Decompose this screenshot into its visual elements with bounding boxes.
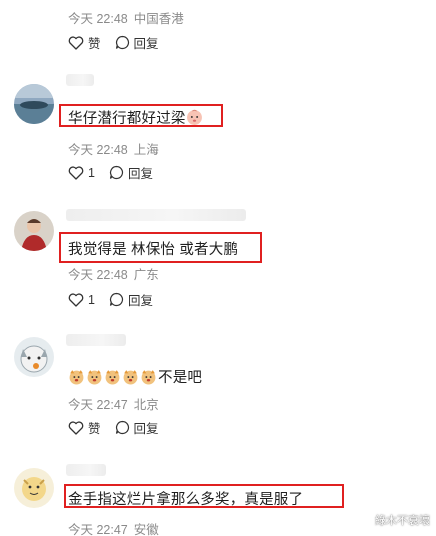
like-count: 1 (88, 292, 95, 307)
username-blurred[interactable] (66, 464, 106, 476)
heart-icon (68, 292, 84, 307)
watermark: 綠木不衰壞 (375, 515, 430, 527)
comment-meta: 今天 22:48 上海 (68, 139, 159, 158)
like-count: 1 (88, 165, 95, 180)
comment-time: 今天 22:47 (68, 398, 128, 412)
like-label: 赞 (88, 422, 101, 436)
heart-icon (68, 165, 84, 180)
avatar[interactable] (14, 211, 54, 251)
heart-icon (68, 35, 84, 50)
like-button[interactable]: 1 (68, 166, 95, 180)
comment-location: 中国香港 (133, 12, 184, 26)
reply-button[interactable]: 回复 (115, 33, 159, 52)
comment-text: 金手指这烂片拿那么多奖，真是服了 (68, 492, 304, 508)
comment-bubble-icon (109, 292, 123, 307)
reply-label: 回复 (133, 422, 159, 436)
comment-meta: 今天 22:47 安徽 (68, 519, 159, 536)
like-button[interactable]: 1 (68, 293, 95, 307)
username-blurred[interactable] (66, 209, 246, 221)
avatar-image (14, 468, 54, 508)
avatar[interactable] (14, 84, 54, 124)
reply-label: 回复 (133, 37, 159, 51)
comment-bubble-icon (115, 35, 129, 50)
avatar-image (14, 337, 54, 377)
reply-button[interactable]: 回复 (109, 163, 153, 182)
reply-button[interactable]: 回复 (115, 418, 159, 437)
comment-time: 今天 22:47 (68, 523, 128, 536)
comment-bubble-icon (115, 420, 129, 435)
like-button[interactable]: 赞 (68, 33, 101, 52)
comment-actions: 赞 回复 (68, 418, 173, 437)
username-blurred[interactable] (66, 334, 126, 346)
comment-time: 今天 22:48 (68, 143, 128, 157)
comment-time: 今天 22:48 (68, 268, 128, 282)
comment-bubble-icon (109, 165, 123, 180)
like-button[interactable]: 赞 (68, 418, 101, 437)
reply-label: 回复 (127, 167, 153, 181)
comment-meta: 今天 22:48 中国香港 (68, 8, 184, 27)
comment-actions: 1 回复 (68, 163, 167, 182)
comment-location: 安徽 (133, 523, 159, 536)
avatar[interactable] (14, 337, 54, 377)
comment-location: 上海 (133, 143, 159, 157)
comment-text: 我觉得是 林保怡 或者大鹏 (68, 242, 239, 258)
reply-button[interactable]: 回复 (109, 290, 153, 309)
comment-location: 广东 (133, 268, 159, 282)
dog-emoji-icon (87, 370, 102, 385)
avatar-image (14, 84, 54, 124)
comment-location: 北京 (133, 398, 159, 412)
comment-meta: 今天 22:47 北京 (68, 394, 159, 413)
avatar[interactable] (14, 468, 54, 508)
avatar-image (14, 211, 54, 251)
dog-emoji-icon (105, 370, 120, 385)
comment-time: 今天 22:48 (68, 12, 128, 26)
dog-emoji-icon (123, 370, 138, 385)
comment-meta: 今天 22:48 广东 (68, 264, 159, 283)
username-blurred[interactable] (66, 74, 94, 86)
reply-label: 回复 (127, 294, 153, 308)
comment-actions: 赞 回复 (68, 33, 173, 52)
dog-emoji-icon (69, 370, 84, 385)
heart-icon (68, 420, 84, 435)
dog-emoji-icon (141, 370, 156, 385)
like-label: 赞 (88, 37, 101, 51)
comment-text: 不是吧 (68, 366, 202, 387)
baby-face-emoji-icon (186, 109, 202, 125)
comment-actions: 1 回复 (68, 290, 167, 309)
comment-text: 华仔潜行都好过梁 (68, 107, 204, 128)
